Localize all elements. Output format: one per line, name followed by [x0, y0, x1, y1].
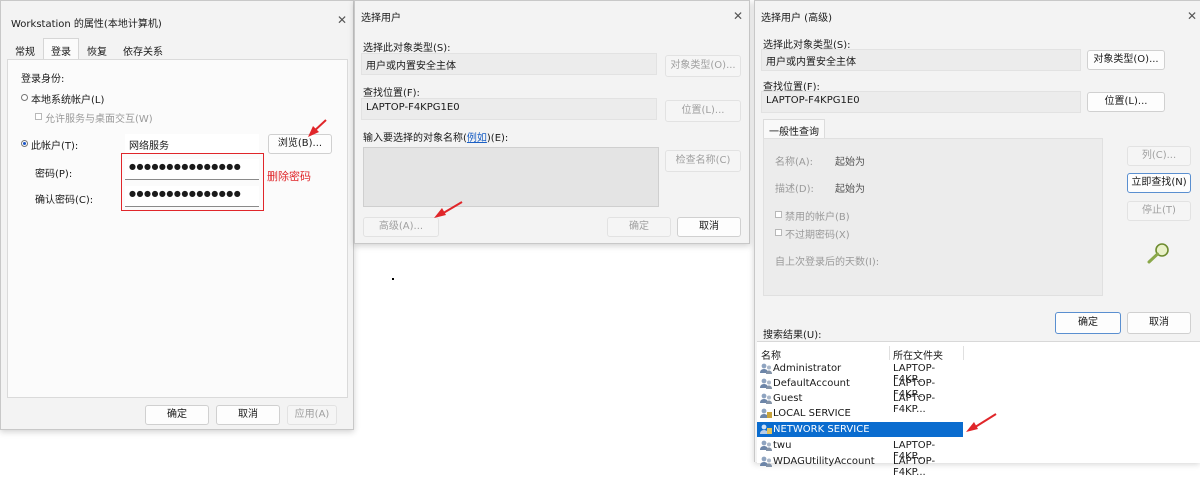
arrow-to-advanced-button [434, 201, 463, 218]
arrow-to-network-service [966, 413, 997, 432]
arrow-to-browse-button [308, 119, 327, 137]
annotation-arrows [308, 119, 997, 432]
